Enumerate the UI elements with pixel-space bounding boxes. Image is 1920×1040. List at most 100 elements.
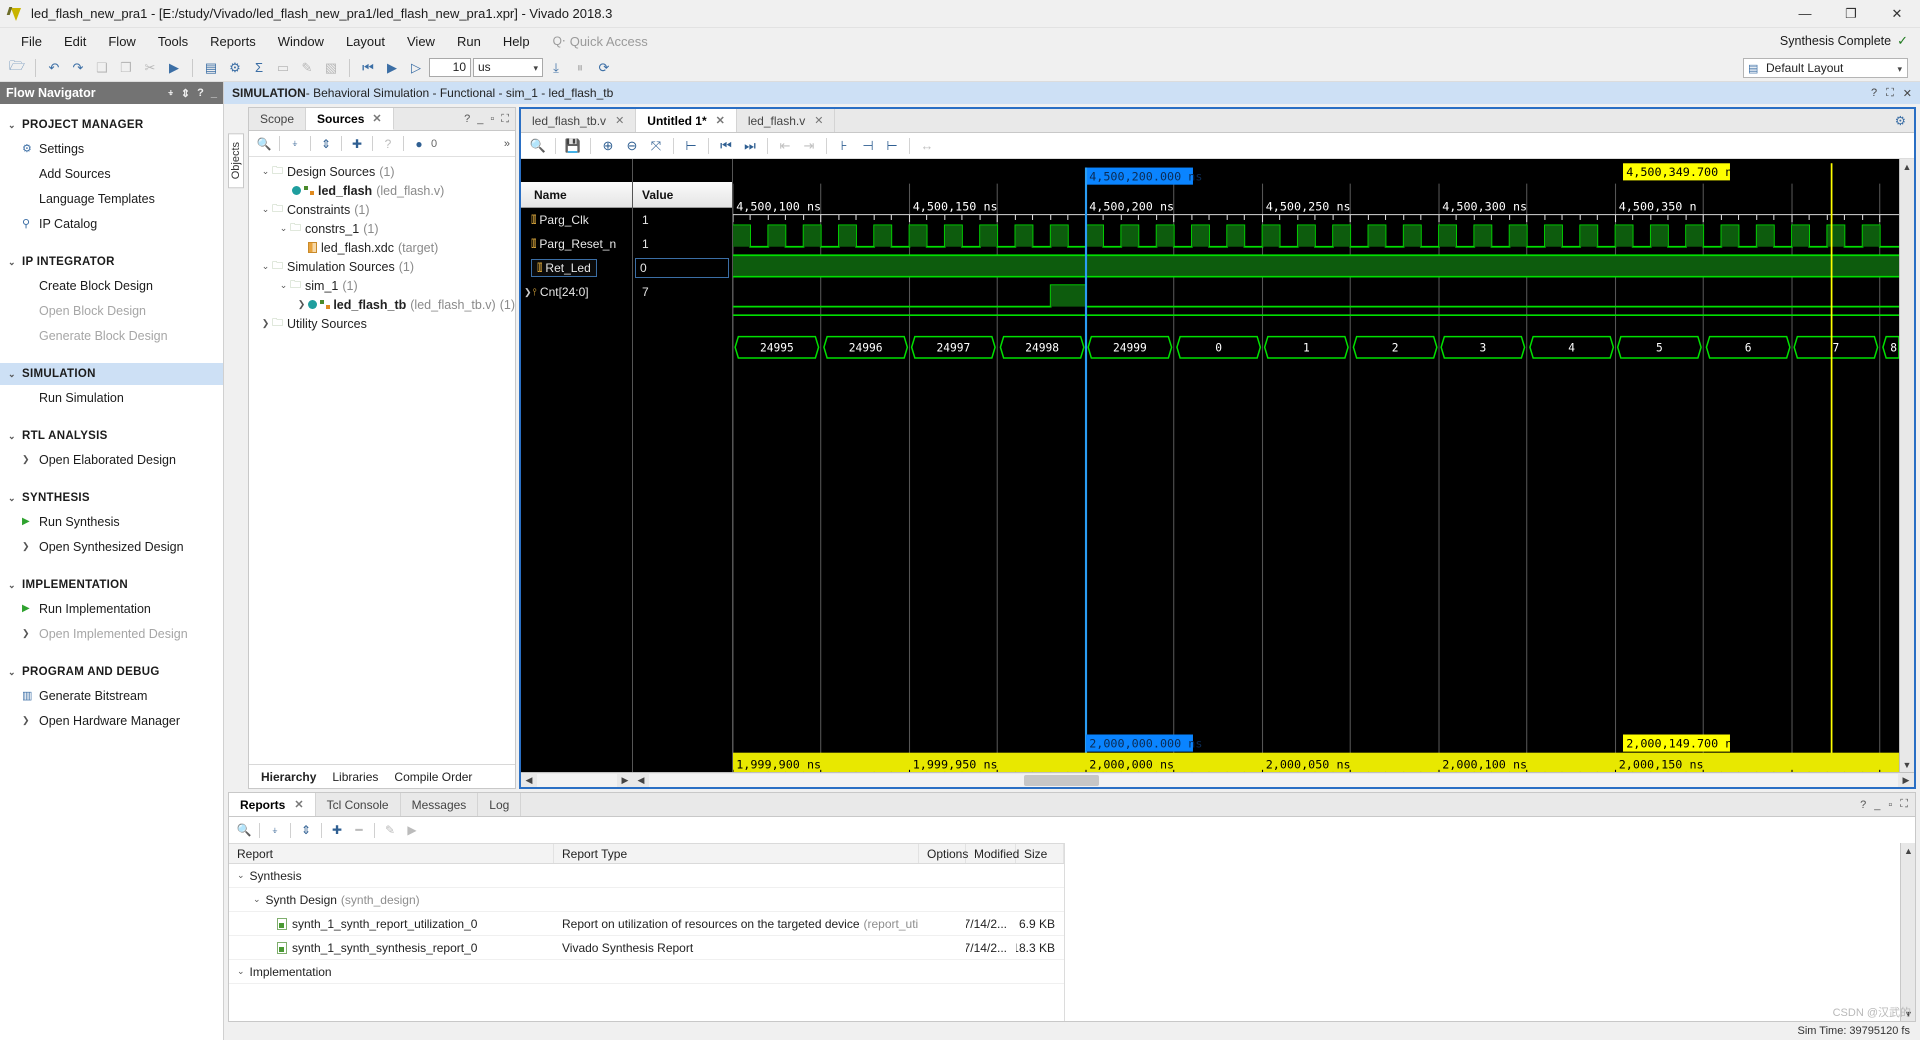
sidebar-item-create-block-design[interactable]: Create Block Design — [0, 273, 223, 298]
add-report-icon[interactable]: ✚ — [327, 820, 347, 840]
tab-led-flash-tb-v[interactable]: led_flash_tb.v ✕ — [521, 109, 637, 132]
layout-select[interactable]: Default Layout — [1743, 57, 1908, 78]
help-icon[interactable]: ? — [1871, 87, 1877, 100]
sidebar-item-ip-catalog[interactable]: ⚲ IP Catalog — [0, 211, 223, 236]
canvas-scroll-seg[interactable]: ◀ ▶ — [633, 773, 1914, 787]
run-all-icon[interactable]: ⤓ — [545, 57, 567, 79]
run-icon[interactable]: ▶ — [163, 57, 185, 79]
run-step-icon[interactable]: ▷ — [405, 57, 427, 79]
menu-run[interactable]: Run — [446, 31, 492, 52]
column-header-options[interactable]: Options — [919, 844, 968, 863]
menu-tools[interactable]: Tools — [147, 31, 199, 52]
tree-row-constraints[interactable]: ⌄ 🗀 Constraints (1) — [249, 200, 515, 219]
sidebar-item-open-elaborated-design[interactable]: ❯ Open Elaborated Design — [0, 447, 223, 472]
menu-file[interactable]: File — [10, 31, 53, 52]
tree-row-led-flash-tb[interactable]: ❯ led_flash_tb (led_flash_tb.v) (1) — [249, 295, 515, 314]
collapse-all-icon[interactable]: ⍖ — [167, 87, 174, 100]
table-row[interactable]: ⌄ Synth Design (synth_design) — [229, 888, 1064, 912]
flow-group-header-simulation[interactable]: ⌄ SIMULATION — [0, 363, 223, 385]
add-sources-icon[interactable]: ✚ — [347, 134, 367, 154]
flow-group-header-project-manager[interactable]: ⌄ PROJECT MANAGER — [0, 114, 223, 136]
expand-all-icon[interactable]: ⇕ — [316, 134, 336, 154]
table-row[interactable]: ⌄ Synthesis — [229, 864, 1064, 888]
reports-vertical-scrollbar[interactable]: ▲ ▼ — [1900, 843, 1915, 1021]
close-icon[interactable]: ✕ — [814, 114, 823, 127]
canvas-scroll-track[interactable] — [649, 773, 1898, 787]
undock-icon[interactable]: ⛶ — [501, 113, 509, 126]
sidebar-item-open-hardware-manager[interactable]: ❯ Open Hardware Manager — [0, 708, 223, 733]
minimize-icon[interactable]: _ — [477, 113, 483, 125]
table-row[interactable]: ⌄ Implementation — [229, 960, 1064, 984]
sidebar-item-open-synthesized-design[interactable]: ❯ Open Synthesized Design — [0, 534, 223, 559]
report-icon[interactable]: ▤ — [200, 57, 222, 79]
scroll-right-icon[interactable]: ▶ — [1898, 773, 1914, 787]
sigma-icon[interactable]: Σ — [248, 57, 270, 79]
flow-group-header-rtl-analysis[interactable]: ⌄ RTL ANALYSIS — [0, 425, 223, 447]
chevron-down-icon[interactable]: ⌄ — [277, 223, 290, 234]
sidebar-item-run-simulation[interactable]: Run Simulation — [0, 385, 223, 410]
close-icon[interactable]: ✕ — [615, 114, 624, 127]
scroll-left-icon[interactable]: ◀ — [521, 773, 537, 787]
help-icon[interactable]: ? — [1860, 799, 1866, 811]
minimize-icon[interactable]: _ — [1874, 799, 1880, 811]
tree-row-constrs-1[interactable]: ⌄ 🗀 constrs_1 (1) — [249, 219, 515, 238]
search-icon[interactable]: 🔍 — [254, 134, 274, 154]
sidebar-item-open-block-design[interactable]: Open Block Design — [0, 298, 223, 323]
menu-view[interactable]: View — [396, 31, 446, 52]
close-icon[interactable]: ✕ — [716, 114, 725, 127]
undo-icon[interactable]: ↶ — [43, 57, 65, 79]
tab-libraries[interactable]: Libraries — [332, 770, 378, 784]
column-header-report[interactable]: Report — [229, 844, 554, 863]
quick-access-input[interactable]: Q⋅ Quick Access — [553, 34, 648, 49]
open-project-icon[interactable]: 🗁 — [6, 57, 28, 79]
signal-row-cnt[interactable]: ❯ ⫯ Cnt[24:0] — [521, 280, 632, 304]
sidebar-item-open-implemented-design[interactable]: ❯ Open Implemented Design — [0, 621, 223, 646]
chevron-down-icon[interactable]: ⌄ — [253, 894, 261, 905]
flow-group-header-synthesis[interactable]: ⌄ SYNTHESIS — [0, 487, 223, 509]
go-to-end-icon[interactable]: ⏭ — [739, 135, 761, 157]
tab-untitled-1[interactable]: Untitled 1* ✕ — [636, 109, 737, 132]
run-time-unit-select[interactable]: us — [473, 58, 543, 77]
column-header-report-type[interactable]: Report Type — [554, 844, 919, 863]
sidebar-item-language-templates[interactable]: Language Templates — [0, 186, 223, 211]
maximize-icon[interactable]: ▫ — [1888, 799, 1892, 811]
flow-group-header-ip-integrator[interactable]: ⌄ IP INTEGRATOR — [0, 251, 223, 273]
menu-edit[interactable]: Edit — [53, 31, 97, 52]
waveform-settings-gear-icon[interactable]: ⚙ — [1887, 109, 1914, 132]
next-marker-icon[interactable]: ⊢ — [881, 135, 903, 157]
close-icon[interactable]: ✕ — [372, 112, 381, 125]
go-to-start-icon[interactable]: ⏮ — [715, 135, 737, 157]
help-icon[interactable]: ? — [197, 87, 204, 100]
tab-reports[interactable]: Reports ✕ — [229, 793, 316, 816]
tree-row-design-sources[interactable]: ⌄ 🗀 Design Sources (1) — [249, 162, 515, 181]
scroll-up-icon[interactable]: ▲ — [1900, 159, 1915, 174]
save-icon[interactable]: 💾 — [562, 135, 584, 157]
expand-all-icon[interactable]: ⇕ — [181, 87, 190, 100]
chevron-down-icon[interactable]: ⌄ — [259, 204, 272, 215]
signal-row-parg-reset-n[interactable]: ⫿⫿ Parg_Reset_n — [521, 232, 632, 256]
close-icon[interactable]: ✕ — [294, 798, 303, 811]
relaunch-icon[interactable]: ⟳ — [593, 57, 615, 79]
run-sim-icon[interactable]: ▶ — [381, 57, 403, 79]
flow-group-header-program-and-debug[interactable]: ⌄ PROGRAM AND DEBUG — [0, 661, 223, 683]
flow-group-header-implementation[interactable]: ⌄ IMPLEMENTATION — [0, 574, 223, 596]
collapse-all-icon[interactable]: ⍖ — [265, 820, 285, 840]
run-time-input[interactable]: 10 — [429, 58, 471, 77]
add-divider-icon[interactable]: ⊦ — [833, 135, 855, 157]
sidebar-item-run-synthesis[interactable]: ▶ Run Synthesis — [0, 509, 223, 534]
collapse-all-icon[interactable]: ⍖ — [285, 134, 305, 154]
sidebar-item-run-implementation[interactable]: ▶ Run Implementation — [0, 596, 223, 621]
tab-log[interactable]: Log — [478, 793, 522, 816]
names-scroll-seg[interactable]: ◀ ▶ — [521, 773, 633, 787]
minimize-panel-icon[interactable]: _ — [211, 87, 217, 100]
expand-all-icon[interactable]: ⇕ — [296, 820, 316, 840]
scroll-down-icon[interactable]: ▼ — [1900, 757, 1915, 772]
tree-row-led-flash[interactable]: led_flash (led_flash.v) — [249, 181, 515, 200]
restart-sim-icon[interactable]: ⏮ — [357, 57, 379, 79]
search-icon[interactable]: 🔍 — [234, 820, 254, 840]
table-row[interactable]: synth_1_synth_synthesis_report_0 Vivado … — [229, 936, 1064, 960]
scroll-thumb[interactable] — [1023, 774, 1099, 786]
tree-row-led-flash-xdc[interactable]: led_flash.xdc (target) — [249, 238, 515, 257]
signal-row-ret-led[interactable]: ⫿⫿ Ret_Led — [521, 256, 632, 280]
chevron-down-icon[interactable]: ⌄ — [237, 870, 245, 881]
